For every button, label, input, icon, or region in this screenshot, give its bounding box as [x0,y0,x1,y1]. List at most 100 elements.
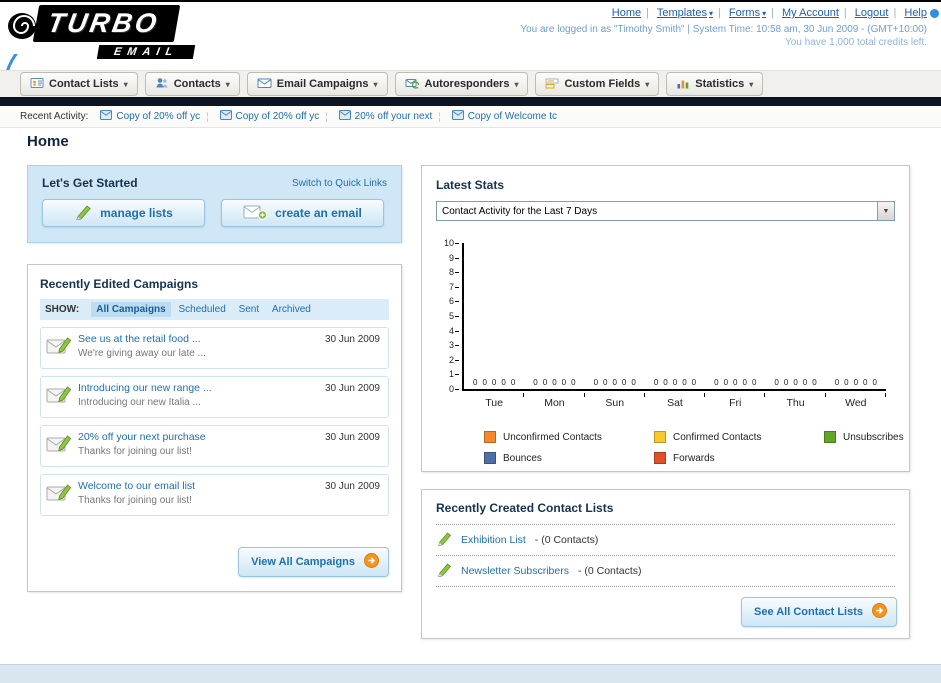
view-all-campaigns-button[interactable]: View All Campaigns [238,547,389,577]
campaign-date: 30 Jun 2009 [324,334,380,345]
chart-value-label: 0 [571,378,576,387]
chart-value-label: 0 [672,378,678,387]
separator: ¦ [206,112,209,123]
campaign-filter-tab[interactable]: Archived [267,302,316,317]
campaign-title: 20% off your next purchase [78,431,206,443]
campaign-list-item[interactable]: 20% off your next purchase Thanks for jo… [40,425,389,467]
chart-value-label: 0 [774,378,779,387]
top-nav-link[interactable]: My Account [782,7,839,19]
chart-value-label: 0 [682,378,687,387]
page-title: Home [27,133,69,150]
arrow-circle-icon [364,553,379,571]
manage-lists-button[interactable]: manage lists [42,199,205,227]
view-all-campaigns-label: View All Campaigns [251,556,355,568]
credits-status: You have 1,000 total credits left. [785,37,927,48]
recent-activity-label: Recent Activity: [20,111,89,122]
recent-activity-item[interactable]: 20% off your next [338,110,432,123]
top-nav-link[interactable]: Help [904,7,927,19]
chart-y-axis: 10 9 8 7 6 5 4 3 2 1 0 [436,238,462,399]
chevron-down-icon: ▾ [225,79,230,89]
recent-activity-item[interactable]: Copy of Welcome tc [451,110,557,123]
custom-fields-icon [545,76,559,93]
chart-value-label: 0 [593,378,599,387]
campaign-filters: SHOW: All Campaigns Scheduled Sent Archi… [40,299,389,320]
show-label: SHOW: [45,304,80,315]
switch-quick-links-link[interactable]: Switch to Quick Links [292,178,387,189]
chart-value-label: 0 [723,378,729,387]
nav-tab-custom-fields[interactable]: Custom Fields ▾ [535,72,660,96]
chart-value-label: 0 [603,378,608,387]
separator: | [843,7,847,19]
y-axis-tick-label: 2 [448,354,454,365]
turbo-email-dashboard: TURBO EMAIL Home | Templates ▾ | Forms ▾ | My… [0,0,941,683]
create-email-button[interactable]: create an email [221,199,384,227]
x-axis-label: Sat [667,397,683,409]
statistics-icon [676,76,690,93]
chart-value-label: 0 [482,378,487,387]
legend-swatch [824,431,836,443]
see-all-contact-lists-button[interactable]: See All Contact Lists [740,597,897,627]
y-axis-tick [455,389,459,390]
recent-activity-item[interactable]: Copy of 20% off yc [100,110,200,123]
chart-value-label: 0 [631,378,636,387]
decorative-dot-icon [930,9,939,18]
chart-value-label: 0 [542,378,548,387]
legend-swatch [484,431,496,443]
contact-list-item[interactable]: Exhibition List - (0 Contacts) [436,525,895,556]
header: TURBO EMAIL Home | Templates ▾ | Forms ▾ | My… [0,2,941,116]
recent-activity-bar: Recent Activity: Copy of 20% off yc ¦ Co… [0,106,941,128]
recent-activity-item[interactable]: Copy of 20% off yc [219,110,319,123]
contact-list-name: Exhibition List [461,534,526,546]
stats-range-select[interactable]: Contact Activity for the Last 7 Days ▼ [436,201,895,221]
campaign-filter-tab[interactable]: Scheduled [174,302,231,317]
top-nav-link[interactable]: Home [612,7,641,19]
y-axis-tick [455,243,459,244]
chevron-down-icon: ▾ [749,79,754,89]
chart-value-label: 0 [853,378,859,387]
autoresponders-icon [405,76,420,93]
chart-value-label: 0 [510,378,516,387]
campaign-filter-tab[interactable]: Sent [234,302,265,317]
chart-value-label: 0 [812,378,817,387]
chart-value-label: 0 [733,378,738,387]
top-nav-link[interactable]: Templates ▾ [657,7,713,19]
top-nav-link[interactable]: Logout [855,7,889,19]
chart-value-labels: 00000 [826,378,886,387]
campaign-list-item[interactable]: See us at the retail food ... We're givi… [40,327,389,369]
legend-item: Unsubscribes [824,431,904,443]
chart-value-label: 0 [751,378,757,387]
campaign-date: 30 Jun 2009 [324,432,380,443]
nav-tab-contacts[interactable]: Contacts ▾ [144,72,240,96]
nav-tab-autoresponders[interactable]: Autoresponders ▾ [394,72,529,96]
nav-tab-email-campaigns[interactable]: Email Campaigns ▾ [246,72,388,96]
nav-tab-contact-lists[interactable]: Contact Lists ▾ [20,72,138,96]
chart-value-label: 0 [714,378,719,387]
contact-list-name: Newsletter Subscribers [461,565,569,577]
separator: | [646,7,649,19]
top-nav: Home | Templates ▾ | Forms ▾ | My Account | Lo… [520,7,927,19]
chart-value-label: 0 [663,378,668,387]
contacts-icon [155,76,169,93]
chart-value-label: 0 [501,378,506,387]
chart-value-label: 0 [872,378,877,387]
contact-list-item[interactable]: Newsletter Subscribers - (0 Contacts) [436,556,895,587]
main-nav-tabs: Contact Lists ▾ Contacts ▾ Email Campaig… [0,70,941,97]
campaign-list-item[interactable]: Welcome to our email list Thanks for joi… [40,474,389,516]
campaign-filter-tab[interactable]: All Campaigns [91,302,171,317]
campaign-date: 30 Jun 2009 [324,383,380,394]
campaign-list-item[interactable]: Introducing our new range ... Introducin… [40,376,389,418]
envelope-pencil-icon [46,480,78,509]
chevron-down-icon: ▼ [877,202,894,220]
contact-lists-icon [30,76,44,93]
top-nav-link[interactable]: Forms ▾ [729,7,766,19]
y-axis-tick-label: 6 [448,296,454,307]
chart-value-label: 0 [653,378,659,387]
campaigns-panel-title: Recently Edited Campaigns [40,277,199,291]
nav-tab-statistics[interactable]: Statistics ▾ [666,72,764,96]
logo[interactable]: TURBO EMAIL [6,4,266,62]
chart-value-labels: 00000 [645,378,705,387]
legend-label: Forwards [673,452,715,464]
campaign-subtitle: Introducing our new Italia ... [78,397,201,408]
y-axis-tick-label: 5 [448,311,454,321]
chart-legend: Unconfirmed Contacts Confirmed Contacts Un… [484,431,904,464]
